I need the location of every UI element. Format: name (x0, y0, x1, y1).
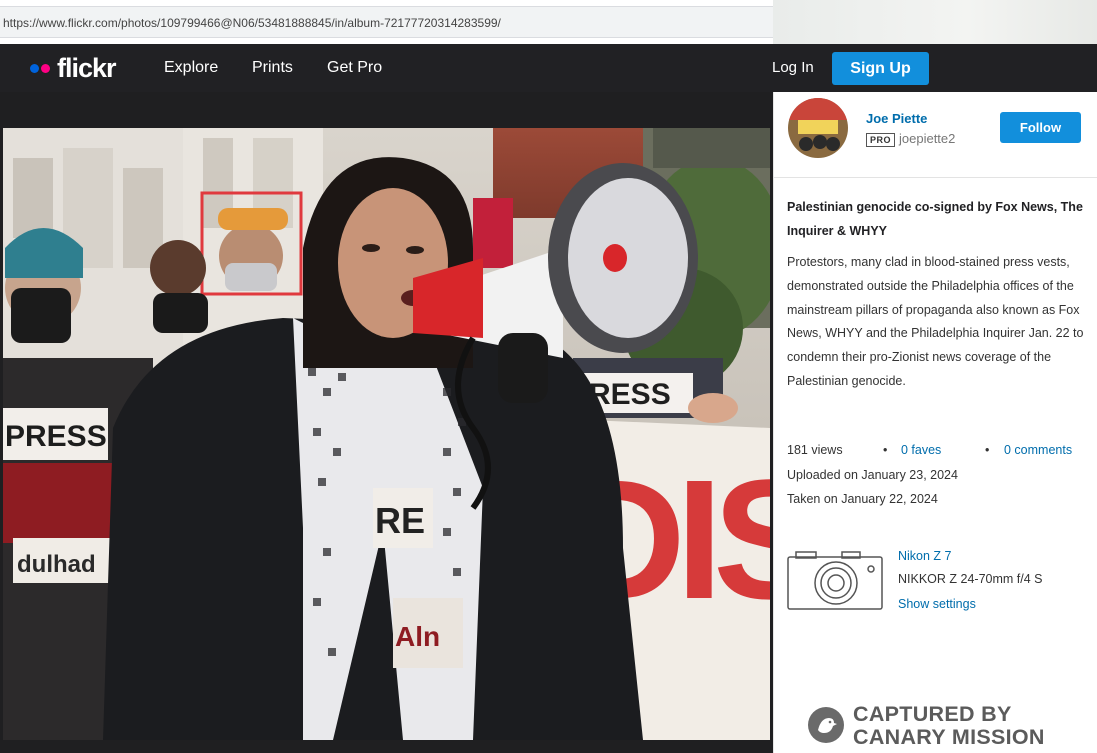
svg-text:RE: RE (375, 500, 425, 541)
address-field[interactable]: https://www.flickr.com/photos/109799466@… (0, 6, 773, 38)
svg-text:Aln: Aln (395, 621, 440, 652)
flickr-nav-bar: flickr Explore Prints Get Pro Log In Sig… (0, 44, 1097, 92)
logo-blue-dot-icon (30, 63, 39, 73)
login-link[interactable]: Log In (772, 59, 814, 76)
screenshot-root: https://www.flickr.com/photos/109799466@… (0, 0, 1097, 753)
camera-icon (786, 549, 884, 611)
author-handle[interactable]: joepiette2 (899, 131, 955, 146)
avatar-image (788, 98, 848, 158)
browser-toolbar-blurred (773, 0, 1097, 44)
photo-description: Protestors, many clad in blood-stained p… (787, 255, 1084, 388)
faves-link[interactable]: 0 faves (901, 443, 941, 457)
flickr-logo[interactable]: flickr (30, 52, 117, 83)
logo-text: flickr (57, 52, 117, 83)
pro-badge: PRO (866, 133, 896, 147)
photo-stats: 181 views • 0 faves • 0 comments (787, 443, 1087, 463)
show-settings-link[interactable]: Show settings (898, 597, 976, 611)
taken-date: Taken on January 22, 2024 (787, 492, 938, 506)
svg-text:dulhad: dulhad (17, 551, 96, 578)
photo-title: Palestinian genocide co-signed by Fox Ne… (787, 200, 1083, 238)
nav-explore[interactable]: Explore (164, 59, 218, 77)
camera-model-link[interactable]: Nikon Z 7 (898, 549, 952, 563)
author-avatar[interactable] (788, 98, 848, 158)
nav-get-pro[interactable]: Get Pro (327, 59, 382, 77)
browser-url-bar: https://www.flickr.com/photos/109799466@… (0, 0, 773, 44)
canary-mission-watermark: CAPTURED BY CANARY MISSION (807, 700, 1067, 750)
canary-bird-icon (808, 707, 844, 743)
photo-illustration: PRESS dulhad DIS PRESS (3, 128, 770, 740)
address-url[interactable]: https://www.flickr.com/photos/109799466@… (3, 16, 501, 30)
views-count: 181 views (787, 443, 843, 457)
comments-link[interactable]: 0 comments (1004, 443, 1072, 457)
author-name[interactable]: Joe Piette (866, 111, 927, 126)
stats-separator: • (883, 443, 888, 457)
camera-lens: NIKKOR Z 24-70mm f/4 S (898, 572, 1043, 586)
signup-button[interactable]: Sign Up (832, 52, 929, 85)
follow-button[interactable]: Follow (1000, 112, 1081, 143)
watermark-line-1: CAPTURED BY (853, 702, 1012, 726)
main-photo[interactable]: PRESS dulhad DIS PRESS (3, 128, 770, 740)
stats-separator: • (985, 443, 990, 457)
sidebar-divider (774, 177, 1097, 178)
uploaded-date: Uploaded on January 23, 2024 (787, 468, 958, 482)
photo-press-sign-left: PRESS (5, 420, 107, 453)
logo-pink-dot-icon (41, 63, 50, 73)
photo-sidebar: Joe Piette PRO joepiette2 Follow Palesti… (773, 92, 1097, 753)
watermark-line-2: CANARY MISSION (853, 725, 1045, 749)
nav-prints[interactable]: Prints (252, 59, 293, 77)
